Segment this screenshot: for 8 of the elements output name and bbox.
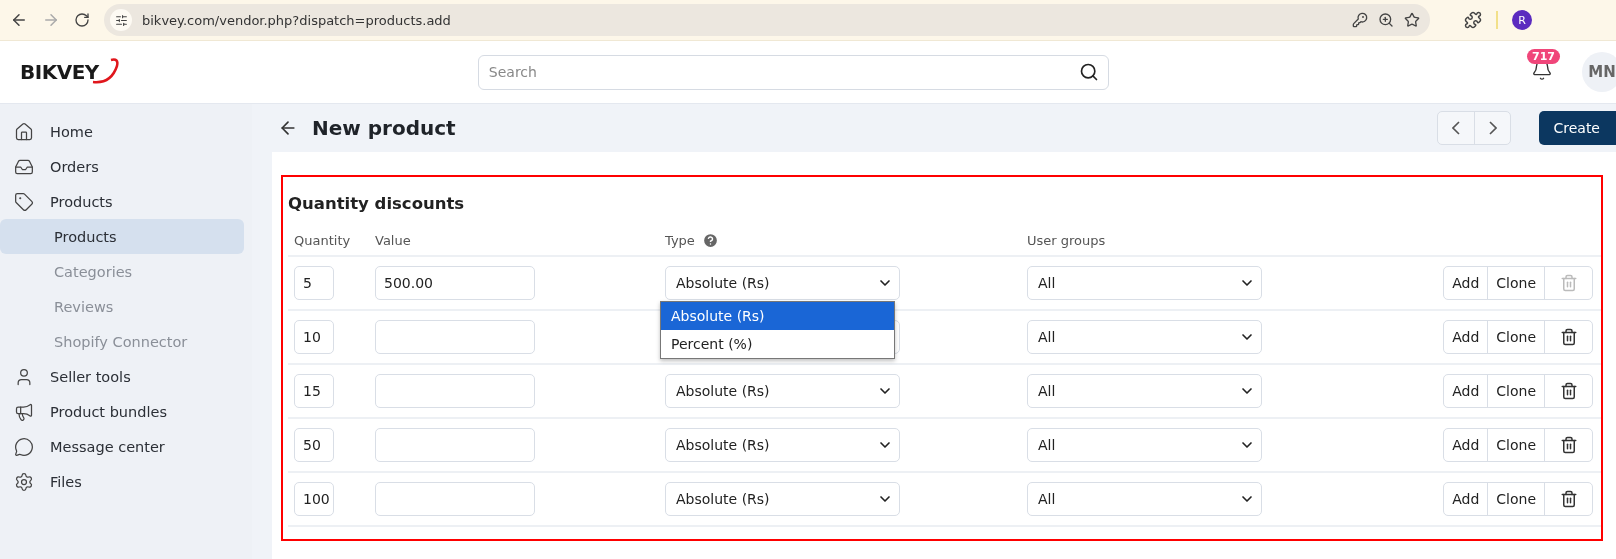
page-title: New product	[312, 116, 456, 140]
column-header: Type	[665, 232, 695, 248]
notification-badge: 717	[1527, 49, 1560, 64]
section-title: Quantity discounts	[288, 192, 466, 215]
url-text: bikvey.com/vendor.php?dispatch=products.add	[142, 12, 452, 28]
column-header: Value	[375, 232, 412, 248]
column-header: Quantity	[294, 232, 352, 248]
column-header: User groups	[1027, 232, 1107, 248]
